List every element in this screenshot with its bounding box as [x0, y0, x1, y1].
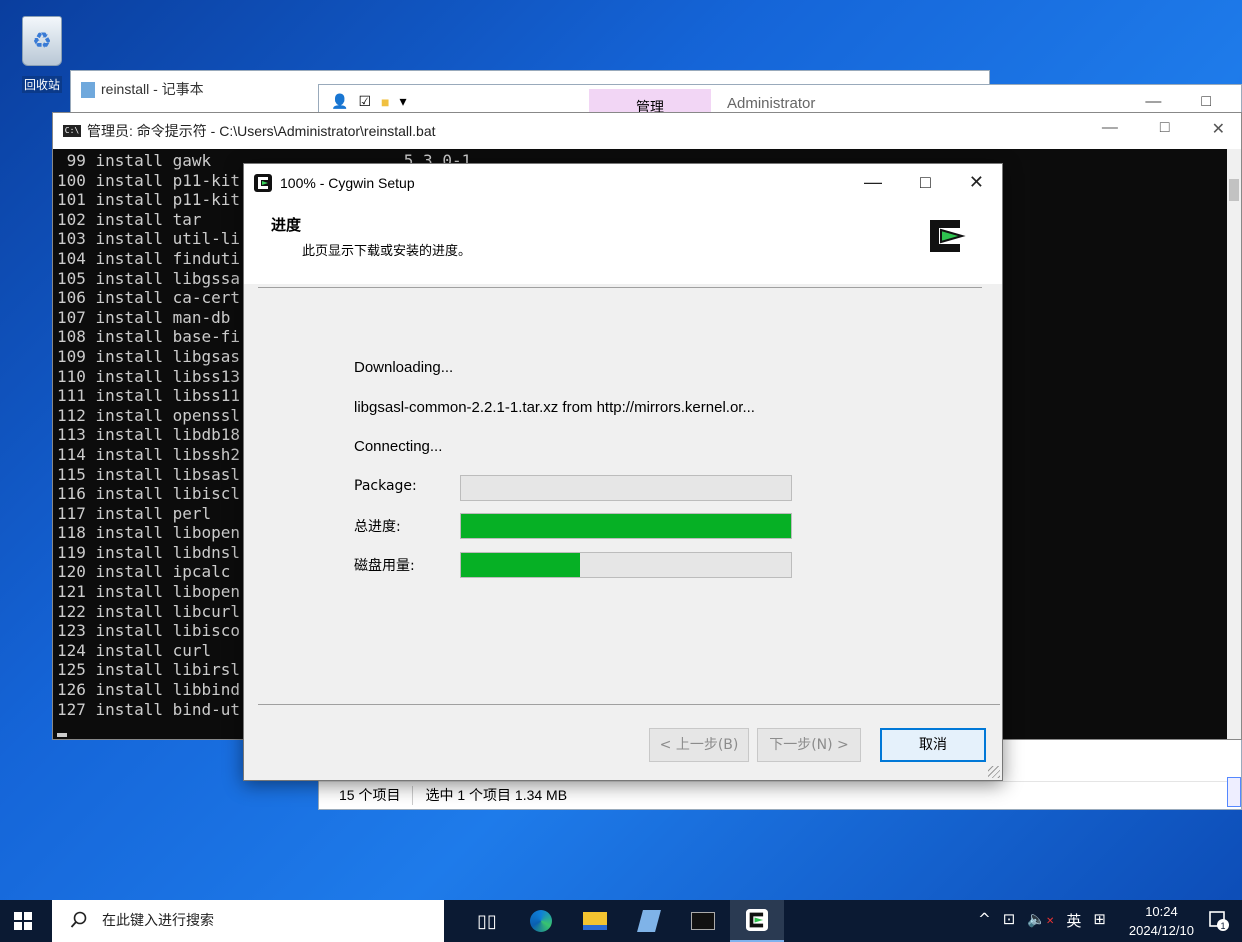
cygwin-logo-icon	[930, 220, 966, 252]
recycle-bin-shortcut[interactable]: ♻ 回收站	[14, 12, 70, 102]
minimize-button[interactable]: —	[1102, 119, 1118, 139]
package-progress-bar	[460, 475, 792, 501]
dialog-titlebar[interactable]: 100% - Cygwin Setup — □ ✕	[244, 164, 1002, 202]
dialog-title: 100% - Cygwin Setup	[280, 175, 415, 191]
taskbar-apps: ▯▯	[460, 900, 784, 942]
taskbar-search-box[interactable]: 在此键入进行搜索	[52, 900, 444, 942]
dialog-window-controls[interactable]: — □ ✕	[864, 172, 984, 193]
disk-usage-fill	[461, 553, 580, 577]
windows-logo-pane	[24, 922, 32, 930]
notepad-title: reinstall - 记事本	[81, 79, 204, 99]
view-toggle-button[interactable]	[1227, 777, 1241, 807]
quick-access-toolbar[interactable]: 👤 ☑ ■ ▾	[331, 93, 407, 110]
status-line-file: libgsasl-common-2.2.1-1.tar.xz from http…	[354, 399, 755, 416]
notification-count: 1	[1220, 921, 1225, 931]
window-location-title: Administrator	[727, 95, 816, 112]
cmd-icon[interactable]	[676, 900, 730, 942]
cygwin-icon[interactable]	[730, 900, 784, 942]
maximize-button[interactable]: □	[920, 172, 931, 193]
cygwin-icon	[254, 174, 272, 192]
cmd-icon: C:\	[63, 125, 81, 137]
total-progress-bar	[460, 513, 792, 539]
recycle-bin-label: 回收站	[21, 76, 62, 93]
folder-icon[interactable]: ■	[381, 94, 389, 110]
minimize-button[interactable]: —	[864, 172, 882, 193]
edge-icon[interactable]	[514, 900, 568, 942]
scrollbar-thumb[interactable]	[1229, 179, 1239, 201]
notepad-title-text: reinstall - 记事本	[101, 81, 204, 97]
page-title: 进度	[271, 216, 302, 234]
cancel-button[interactable]: 取消	[880, 728, 986, 762]
file-explorer-icon[interactable]	[568, 900, 622, 942]
notification-icon[interactable]: 1	[1208, 910, 1230, 932]
task-view-icon[interactable]: ▯▯	[460, 900, 514, 942]
status-selected: 选中 1 个项目 1.34 MB	[425, 787, 568, 803]
page-subtitle: 此页显示下载或安装的进度。	[302, 244, 472, 259]
notepad-icon	[81, 82, 95, 99]
clock-date: 2024/12/10	[1128, 923, 1194, 938]
package-label: Package:	[354, 478, 417, 494]
total-progress-fill	[461, 514, 791, 538]
clock-time: 10:24	[1145, 904, 1178, 919]
close-button[interactable]: ✕	[1212, 119, 1225, 139]
windows-logo-pane	[24, 912, 32, 920]
resize-grip[interactable]	[988, 766, 1000, 778]
ime-language-indicator[interactable]: 英	[1066, 910, 1081, 931]
dialog-header: 进度 此页显示下载或安装的进度。	[244, 202, 1002, 284]
speaker-muted-icon[interactable]: 🔈✕	[1027, 910, 1054, 931]
cmd-title-text: 管理员: 命令提示符 - C:\Users\Administrator\rein…	[87, 123, 436, 139]
status-divider	[412, 786, 414, 805]
windows-logo-icon	[14, 912, 22, 920]
chevron-down-icon[interactable]: ▾	[399, 93, 406, 110]
search-icon	[70, 911, 87, 928]
recycle-bin-icon: ♻	[22, 16, 62, 66]
close-button[interactable]: ✕	[969, 172, 984, 193]
disk-usage-bar	[460, 552, 792, 578]
windows-logo-pane	[14, 922, 22, 930]
taskbar: 在此键入进行搜索 ▯▯ ^ ⊡ 🔈✕ 英 ⊞ 10:24 2024/12/10 …	[0, 900, 1242, 942]
total-progress-label: 总进度:	[354, 519, 401, 535]
cmd-window-controls[interactable]: — □ ✕	[1102, 119, 1225, 139]
status-item-count: 15 个项目	[339, 787, 401, 803]
search-placeholder: 在此键入进行搜索	[102, 913, 214, 929]
properties-icon[interactable]: 👤	[331, 93, 348, 110]
start-button[interactable]	[14, 912, 32, 930]
explorer-window-controls[interactable]: — □	[1145, 93, 1211, 111]
status-bar: 15 个项目 选中 1 个项目 1.34 MB	[319, 781, 1241, 809]
chevron-up-icon[interactable]: ^	[978, 910, 991, 931]
clock[interactable]: 10:24 2024/12/10	[1129, 902, 1194, 940]
maximize-button[interactable]: □	[1160, 119, 1170, 139]
notepad-icon[interactable]	[622, 900, 676, 942]
cygwin-setup-dialog[interactable]: 100% - Cygwin Setup — □ ✕ 进度 此页显示下载或安装的进…	[243, 163, 1003, 781]
back-button[interactable]: < 上一步(B)	[649, 728, 749, 762]
minimize-button[interactable]: —	[1145, 93, 1161, 111]
console-cursor	[57, 733, 67, 737]
disk-usage-label: 磁盘用量:	[354, 558, 415, 574]
header-divider	[258, 287, 982, 288]
status-line-downloading: Downloading...	[354, 359, 454, 376]
ime-mode-icon[interactable]: ⊞	[1093, 910, 1106, 931]
checkbox-icon[interactable]: ☑	[358, 93, 371, 110]
maximize-button[interactable]: □	[1201, 93, 1211, 111]
network-icon[interactable]: ⊡	[1003, 910, 1016, 931]
next-button[interactable]: 下一步(N) >	[757, 728, 861, 762]
console-scrollbar[interactable]	[1227, 149, 1241, 739]
cmd-title: C:\ 管理员: 命令提示符 - C:\Users\Administrator\…	[63, 121, 436, 141]
footer-divider	[258, 704, 1000, 705]
system-tray: ^ ⊡ 🔈✕ 英 ⊞	[978, 910, 1106, 931]
status-line-connecting: Connecting...	[354, 438, 443, 455]
